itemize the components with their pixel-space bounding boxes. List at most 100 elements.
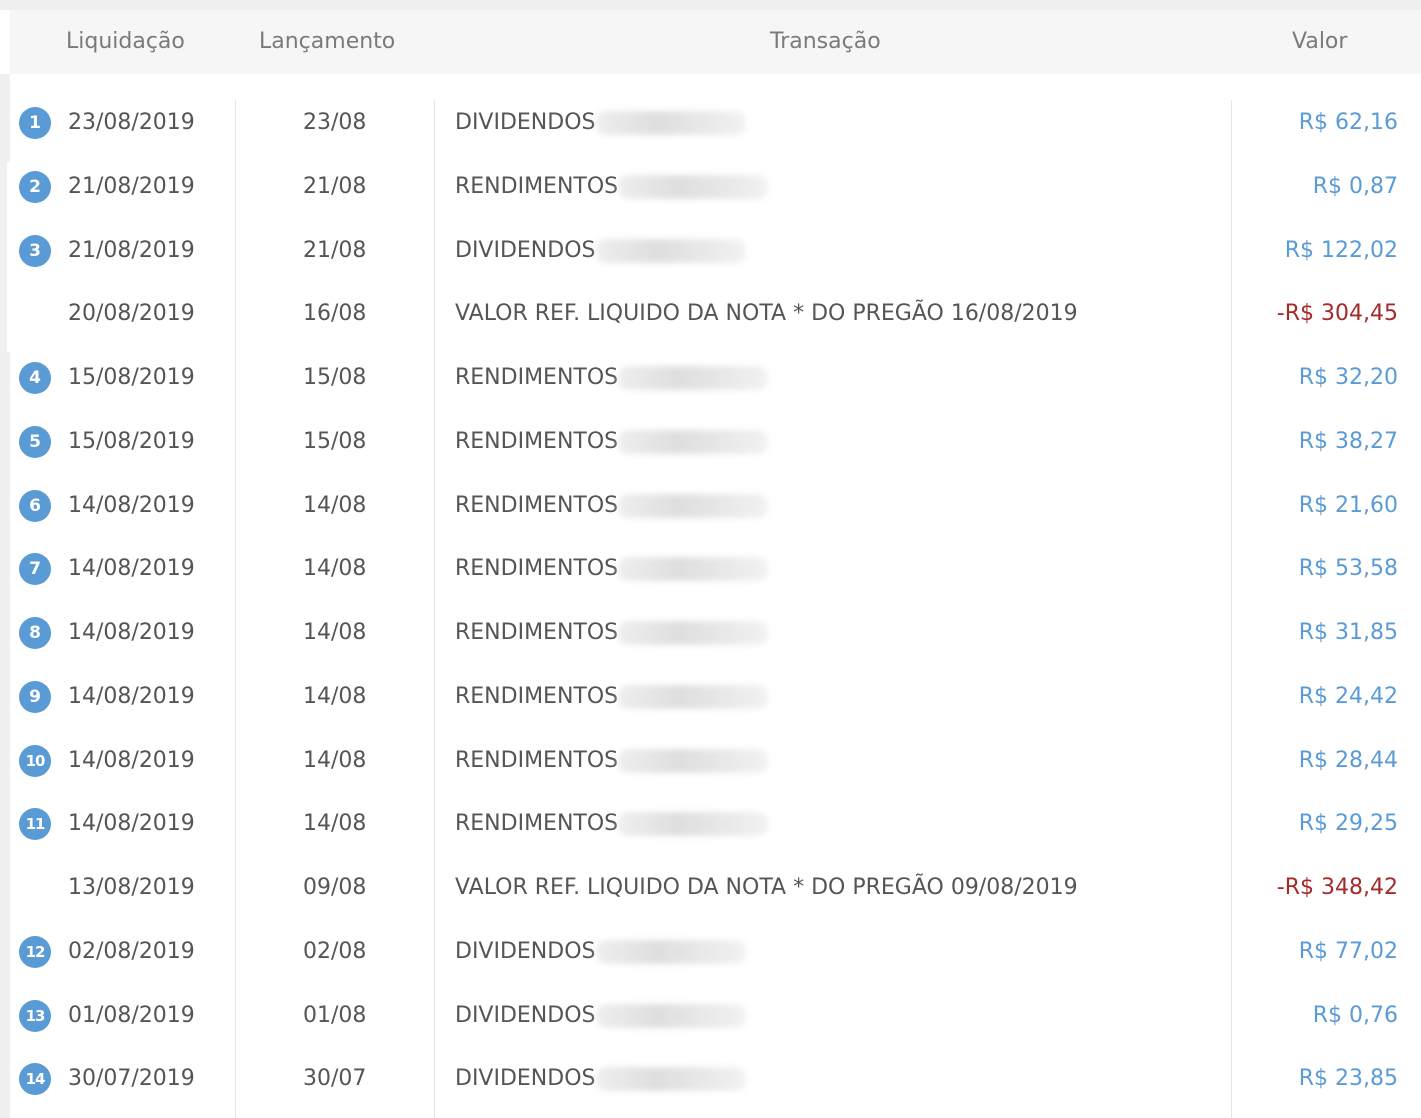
transacao-text: RENDIMENTOS	[455, 556, 619, 582]
cell-lancamento: 16/08	[303, 301, 367, 327]
table-row[interactable]: 4 15/08/2019 15/08 RENDIMENTOS R$ 32,20	[0, 346, 1421, 410]
cell-liquidacao: 20/08/2019	[68, 301, 195, 327]
row-number-badge: 2	[19, 170, 51, 203]
cell-valor: R$ 122,02	[1284, 237, 1398, 263]
transacao-text: RENDIMENTOS	[455, 620, 619, 645]
cell-lancamento: 09/08	[303, 875, 367, 900]
cell-valor: R$ 0,87	[1312, 173, 1398, 199]
redacted-asset-name	[595, 939, 746, 964]
cell-lancamento: 30/07	[303, 1066, 367, 1092]
redacted-asset-name	[595, 1003, 746, 1028]
cell-transacao: VALOR REF. LIQUIDO DA NOTA * DO PREGÃO 1…	[455, 282, 1078, 346]
transacao-text: RENDIMENTOS	[455, 683, 619, 709]
redacted-asset-name	[595, 111, 746, 135]
row-number-badge: 9	[19, 680, 51, 713]
table-row[interactable]: 3 21/08/2019 21/08 DIVIDENDOS R$ 122,02	[0, 219, 1421, 283]
header-transacao[interactable]: Transação	[770, 10, 881, 74]
cell-transacao: RENDIMENTOS	[455, 155, 769, 219]
cell-valor: -R$ 348,42	[1276, 875, 1398, 900]
row-number-badge: 4	[19, 362, 51, 394]
cell-lancamento: 21/08	[303, 173, 367, 199]
header-valor[interactable]: Valor	[1292, 10, 1347, 74]
transactions-table-body: 1 23/08/2019 23/08 DIVIDENDOS R$ 62,16 2 21/08…	[0, 91, 1421, 1111]
header-liquidacao[interactable]: Liquidação	[66, 10, 185, 74]
cell-liquidacao: 21/08/2019	[68, 173, 195, 199]
cell-transacao: RENDIMENTOS	[455, 474, 769, 538]
row-number-badge: 5	[19, 425, 51, 458]
table-row[interactable]: 13 01/08/2019 01/08 DIVIDENDOS R$ 0,76	[0, 984, 1421, 1048]
cell-transacao: DIVIDENDOS	[455, 920, 746, 984]
cell-lancamento: 23/08	[303, 110, 367, 135]
row-number-badge: 10	[19, 744, 51, 777]
redacted-asset-name	[618, 557, 769, 582]
cell-transacao: RENDIMENTOS	[455, 410, 769, 474]
table-row[interactable]: 20/08/2019 16/08 VALOR REF. LIQUIDO DA NOT…	[0, 282, 1421, 346]
cell-transacao: RENDIMENTOS	[455, 601, 769, 665]
cell-valor: -R$ 304,45	[1276, 301, 1398, 327]
transacao-text: VALOR REF. LIQUIDO DA NOTA * DO PREGÃO 0…	[455, 875, 1078, 900]
cell-transacao: DIVIDENDOS	[455, 984, 746, 1048]
cell-lancamento: 15/08	[303, 365, 367, 390]
row-number-badge: 6	[19, 489, 51, 522]
cell-lancamento: 14/08	[303, 747, 367, 773]
transacao-text: RENDIMENTOS	[455, 492, 619, 518]
cell-transacao: DIVIDENDOS	[455, 91, 746, 155]
table-row[interactable]: 9 14/08/2019 14/08 RENDIMENTOS R$ 24,42	[0, 665, 1421, 729]
cell-liquidacao: 23/08/2019	[68, 110, 195, 135]
cell-liquidacao: 13/08/2019	[68, 875, 195, 900]
table-row[interactable]: 6 14/08/2019 14/08 RENDIMENTOS R$ 21,60	[0, 474, 1421, 538]
cell-valor: R$ 0,76	[1312, 1002, 1398, 1028]
redacted-asset-name	[618, 812, 769, 837]
cell-liquidacao: 21/08/2019	[68, 237, 195, 263]
row-number-badge: 13	[19, 999, 51, 1032]
redacted-asset-name	[618, 684, 769, 709]
cell-liquidacao: 14/08/2019	[68, 556, 195, 582]
header-lancamento[interactable]: Lançamento	[259, 10, 395, 74]
cell-valor: R$ 38,27	[1298, 428, 1398, 454]
table-header: Liquidação Lançamento Transação Valor	[10, 10, 1421, 74]
table-row[interactable]: 5 15/08/2019 15/08 RENDIMENTOS R$ 38,27	[0, 410, 1421, 474]
cell-transacao: RENDIMENTOS	[455, 729, 769, 793]
transacao-text: DIVIDENDOS	[455, 938, 596, 964]
cell-transacao: RENDIMENTOS	[455, 537, 769, 601]
cell-valor: R$ 21,60	[1298, 492, 1398, 518]
redacted-asset-name	[595, 1067, 746, 1092]
cell-liquidacao: 01/08/2019	[68, 1002, 195, 1028]
table-row[interactable]: 1 23/08/2019 23/08 DIVIDENDOS R$ 62,16	[0, 91, 1421, 155]
cell-transacao: RENDIMENTOS	[455, 346, 769, 410]
cell-lancamento: 15/08	[303, 428, 367, 454]
table-row[interactable]: 7 14/08/2019 14/08 RENDIMENTOS R$ 53,58	[0, 537, 1421, 601]
table-row[interactable]: 10 14/08/2019 14/08 RENDIMENTOS R$ 28,44	[0, 729, 1421, 793]
transacao-text: DIVIDENDOS	[455, 1066, 596, 1092]
table-row[interactable]: 14 30/07/2019 30/07 DIVIDENDOS R$ 23,85	[0, 1047, 1421, 1111]
cell-lancamento: 14/08	[303, 811, 367, 837]
transacao-text: RENDIMENTOS	[455, 811, 619, 837]
table-row[interactable]: 11 14/08/2019 14/08 RENDIMENTOS R$ 29,25	[0, 792, 1421, 856]
cell-liquidacao: 15/08/2019	[68, 365, 195, 390]
cell-liquidacao: 14/08/2019	[68, 811, 195, 837]
cell-lancamento: 01/08	[303, 1002, 367, 1028]
cell-liquidacao: 30/07/2019	[68, 1066, 195, 1092]
cell-lancamento: 21/08	[303, 237, 367, 263]
row-number-badge: 1	[19, 107, 51, 139]
cell-valor: R$ 32,20	[1298, 365, 1398, 390]
table-row[interactable]: 2 21/08/2019 21/08 RENDIMENTOS R$ 0,87	[0, 155, 1421, 219]
row-number-badge: 8	[19, 617, 51, 649]
cell-lancamento: 14/08	[303, 492, 367, 518]
table-row[interactable]: 12 02/08/2019 02/08 DIVIDENDOS R$ 77,02	[0, 920, 1421, 984]
transacao-text: DIVIDENDOS	[455, 110, 596, 135]
cell-liquidacao: 14/08/2019	[68, 620, 195, 645]
table-row[interactable]: 8 14/08/2019 14/08 RENDIMENTOS R$ 31,85	[0, 601, 1421, 665]
row-number-badge: 7	[19, 553, 51, 586]
cell-liquidacao: 15/08/2019	[68, 428, 195, 454]
cell-transacao: RENDIMENTOS	[455, 665, 769, 729]
transacao-text: VALOR REF. LIQUIDO DA NOTA * DO PREGÃO 1…	[455, 301, 1078, 327]
table-row[interactable]: 13/08/2019 09/08 VALOR REF. LIQUIDO DA NOT…	[0, 856, 1421, 920]
cell-valor: R$ 53,58	[1298, 556, 1398, 582]
row-number-badge: 3	[19, 234, 51, 267]
cell-liquidacao: 14/08/2019	[68, 492, 195, 518]
cell-valor: R$ 23,85	[1298, 1066, 1398, 1092]
cell-valor: R$ 28,44	[1298, 747, 1398, 773]
row-number-badge: 11	[19, 808, 51, 841]
transacao-text: RENDIMENTOS	[455, 428, 619, 454]
